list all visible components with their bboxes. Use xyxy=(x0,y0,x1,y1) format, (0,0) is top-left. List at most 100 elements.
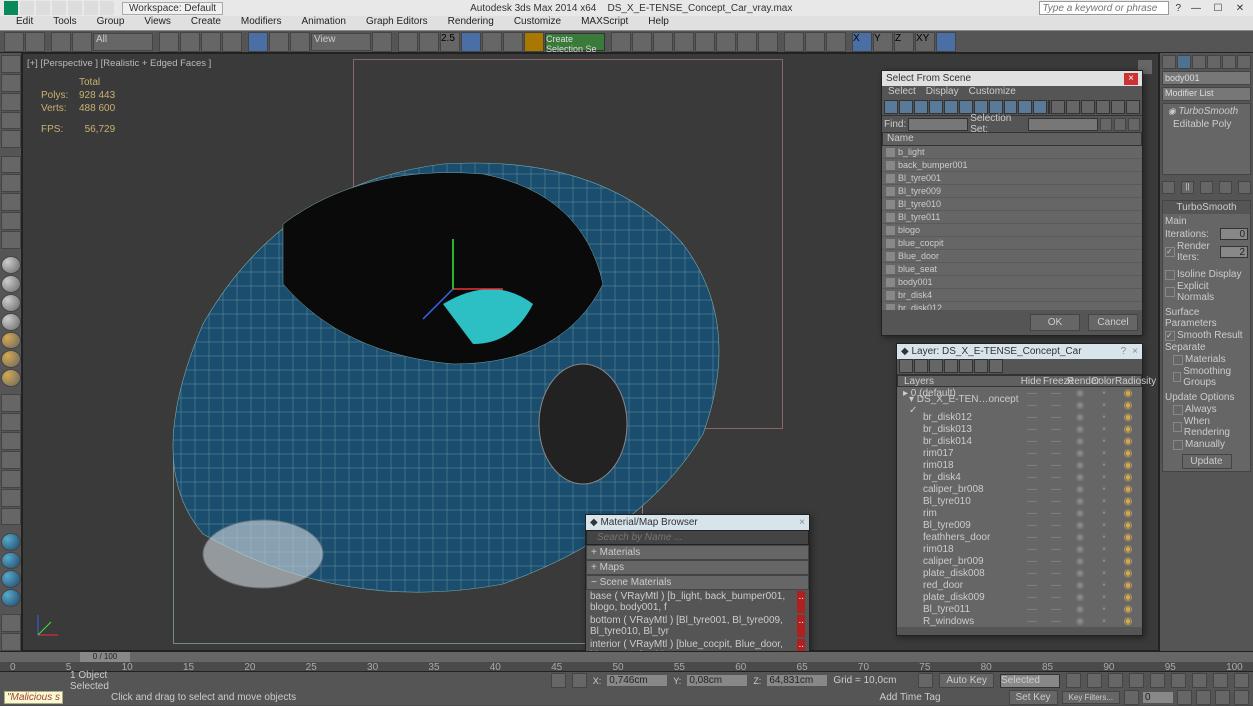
update-button[interactable]: Update xyxy=(1182,454,1232,469)
qat-undo-icon[interactable] xyxy=(68,1,82,15)
axis-constraint-icon[interactable] xyxy=(936,32,956,52)
layer-item[interactable]: br_disk4——◉▪◉ xyxy=(897,471,1142,483)
lt-icon[interactable] xyxy=(1,470,21,488)
menu-rendering[interactable]: Rendering xyxy=(440,16,502,30)
filter-icon[interactable] xyxy=(884,100,898,114)
select-name-icon[interactable] xyxy=(180,32,200,52)
tab-display-icon[interactable] xyxy=(1222,55,1236,69)
stack-item[interactable]: ◉ TurboSmooth xyxy=(1164,105,1249,118)
scale-icon[interactable] xyxy=(290,32,310,52)
menu-edit[interactable]: Edit xyxy=(8,16,41,30)
link-icon[interactable] xyxy=(51,32,71,52)
materials-check[interactable] xyxy=(1173,355,1183,365)
menu-group[interactable]: Group xyxy=(89,16,133,30)
lt-icon[interactable] xyxy=(1,93,21,111)
layer-item[interactable]: Bl_tyre010——◉▪◉ xyxy=(897,495,1142,507)
filter-icon[interactable] xyxy=(1066,100,1080,114)
window-crossing-icon[interactable] xyxy=(222,32,242,52)
close-icon[interactable]: × xyxy=(799,517,805,528)
select-icon[interactable] xyxy=(159,32,179,52)
scene-item[interactable]: b_light xyxy=(882,146,1142,159)
lt-icon[interactable] xyxy=(1,633,21,651)
autokey-button[interactable]: Auto Key xyxy=(939,673,994,688)
find-input[interactable] xyxy=(908,118,968,131)
nav-icon[interactable] xyxy=(1196,690,1211,705)
layer-tb-icon[interactable] xyxy=(974,359,988,373)
nav-icon[interactable] xyxy=(1171,673,1186,688)
lt-sphere-icon[interactable] xyxy=(1,313,21,331)
pivot-icon[interactable] xyxy=(372,32,392,52)
selset-btn-icon[interactable] xyxy=(1128,118,1140,131)
lt-icon[interactable] xyxy=(1,394,21,412)
scene-item[interactable]: Bl_tyre010 xyxy=(882,198,1142,211)
percentsnap-icon[interactable] xyxy=(482,32,502,52)
axis-xy-button[interactable]: XY xyxy=(915,32,935,52)
menu-customize[interactable]: Customize xyxy=(506,16,569,30)
nav-icon[interactable] xyxy=(1192,673,1207,688)
filter-icon[interactable] xyxy=(944,100,958,114)
render-iter-icon[interactable] xyxy=(805,32,825,52)
qat-new-icon[interactable] xyxy=(20,1,34,15)
material-item[interactable]: bottom ( VRayMtl ) [Bl_tyre001, Bl_tyre0… xyxy=(586,614,809,638)
menu-help[interactable]: Help xyxy=(640,16,677,30)
lt-icon[interactable] xyxy=(1,489,21,507)
lt-icon[interactable] xyxy=(1,112,21,130)
filter-icon[interactable] xyxy=(929,100,943,114)
layer-item[interactable]: caliper_br008——◉▪◉ xyxy=(897,483,1142,495)
menu-animation[interactable]: Animation xyxy=(293,16,353,30)
layer-item[interactable]: rim018——◉▪◉ xyxy=(897,543,1142,555)
render-active-icon[interactable] xyxy=(826,32,846,52)
x-input[interactable]: 0,746cm xyxy=(607,675,667,686)
selset-btn-icon[interactable] xyxy=(1100,118,1112,131)
layer-item[interactable]: Bl_tyre011——◉▪◉ xyxy=(897,603,1142,615)
setkey-button[interactable]: Set Key xyxy=(1009,690,1058,705)
menu-create[interactable]: Create xyxy=(183,16,229,30)
dialog-title[interactable]: Select From Scene× xyxy=(882,71,1142,86)
nav-icon[interactable] xyxy=(1213,673,1228,688)
snap2d-icon[interactable]: 2.5 xyxy=(440,32,460,52)
pin-icon[interactable] xyxy=(1162,181,1175,194)
y-input[interactable]: 0,08cm xyxy=(687,675,747,686)
frame-input[interactable]: 0 xyxy=(1143,692,1173,703)
qat-link-icon[interactable] xyxy=(100,1,114,15)
modifier-list-dropdown[interactable]: Modifier List xyxy=(1162,87,1251,101)
cancel-button[interactable]: Cancel xyxy=(1088,314,1138,331)
render-setup-icon[interactable] xyxy=(737,32,757,52)
dialog-title[interactable]: ◆ Layer: DS_X_E-TENSE_Concept_Car ?× xyxy=(897,344,1142,359)
named-sel-set-dropdown[interactable]: Create Selection Se xyxy=(545,33,605,51)
lt-sphere-icon[interactable] xyxy=(1,350,21,368)
nav-icon[interactable] xyxy=(1215,690,1230,705)
scene-item[interactable]: blue_seat xyxy=(882,263,1142,276)
nav-icon[interactable] xyxy=(1234,673,1249,688)
minimize-button[interactable]: — xyxy=(1187,3,1205,14)
tab-utilities-icon[interactable] xyxy=(1237,55,1251,69)
layer-item[interactable]: plate_disk009——◉▪◉ xyxy=(897,591,1142,603)
axis-z-button[interactable]: Z xyxy=(894,32,914,52)
anglesnap-icon[interactable] xyxy=(461,32,481,52)
lt-icon[interactable] xyxy=(1,451,21,469)
layer-item[interactable]: br_disk014——◉▪◉ xyxy=(897,435,1142,447)
z-input[interactable]: 64,831cm xyxy=(767,675,827,686)
layer-tb-icon[interactable] xyxy=(989,359,1003,373)
smooth-check[interactable] xyxy=(1165,331,1175,341)
layer-tb-icon[interactable] xyxy=(914,359,928,373)
unique-icon[interactable] xyxy=(1200,181,1213,194)
filter-icon[interactable] xyxy=(1018,100,1032,114)
lt-icon[interactable] xyxy=(1,193,21,211)
spinnersnap-icon[interactable] xyxy=(503,32,523,52)
edit-named-sel-icon[interactable] xyxy=(524,32,544,52)
show-result-icon[interactable]: || xyxy=(1181,181,1194,194)
undo-icon[interactable] xyxy=(4,32,24,52)
layer-item[interactable]: br_disk012——◉▪◉ xyxy=(897,411,1142,423)
filter-icon[interactable] xyxy=(1004,100,1018,114)
lt-sphere-icon[interactable] xyxy=(1,256,21,274)
lt-icon[interactable] xyxy=(1,174,21,192)
layer-item[interactable]: rim——◉▪◉ xyxy=(897,507,1142,519)
axis-y-button[interactable]: Y xyxy=(873,32,893,52)
layers-icon[interactable] xyxy=(653,32,673,52)
layer-manager-dialog[interactable]: ◆ Layer: DS_X_E-TENSE_Concept_Car ?× Lay… xyxy=(896,343,1143,636)
smgroups-check[interactable] xyxy=(1173,372,1181,382)
menu-modifiers[interactable]: Modifiers xyxy=(233,16,290,30)
scene-item[interactable]: blue_cocpit xyxy=(882,237,1142,250)
filter-icon[interactable] xyxy=(899,100,913,114)
